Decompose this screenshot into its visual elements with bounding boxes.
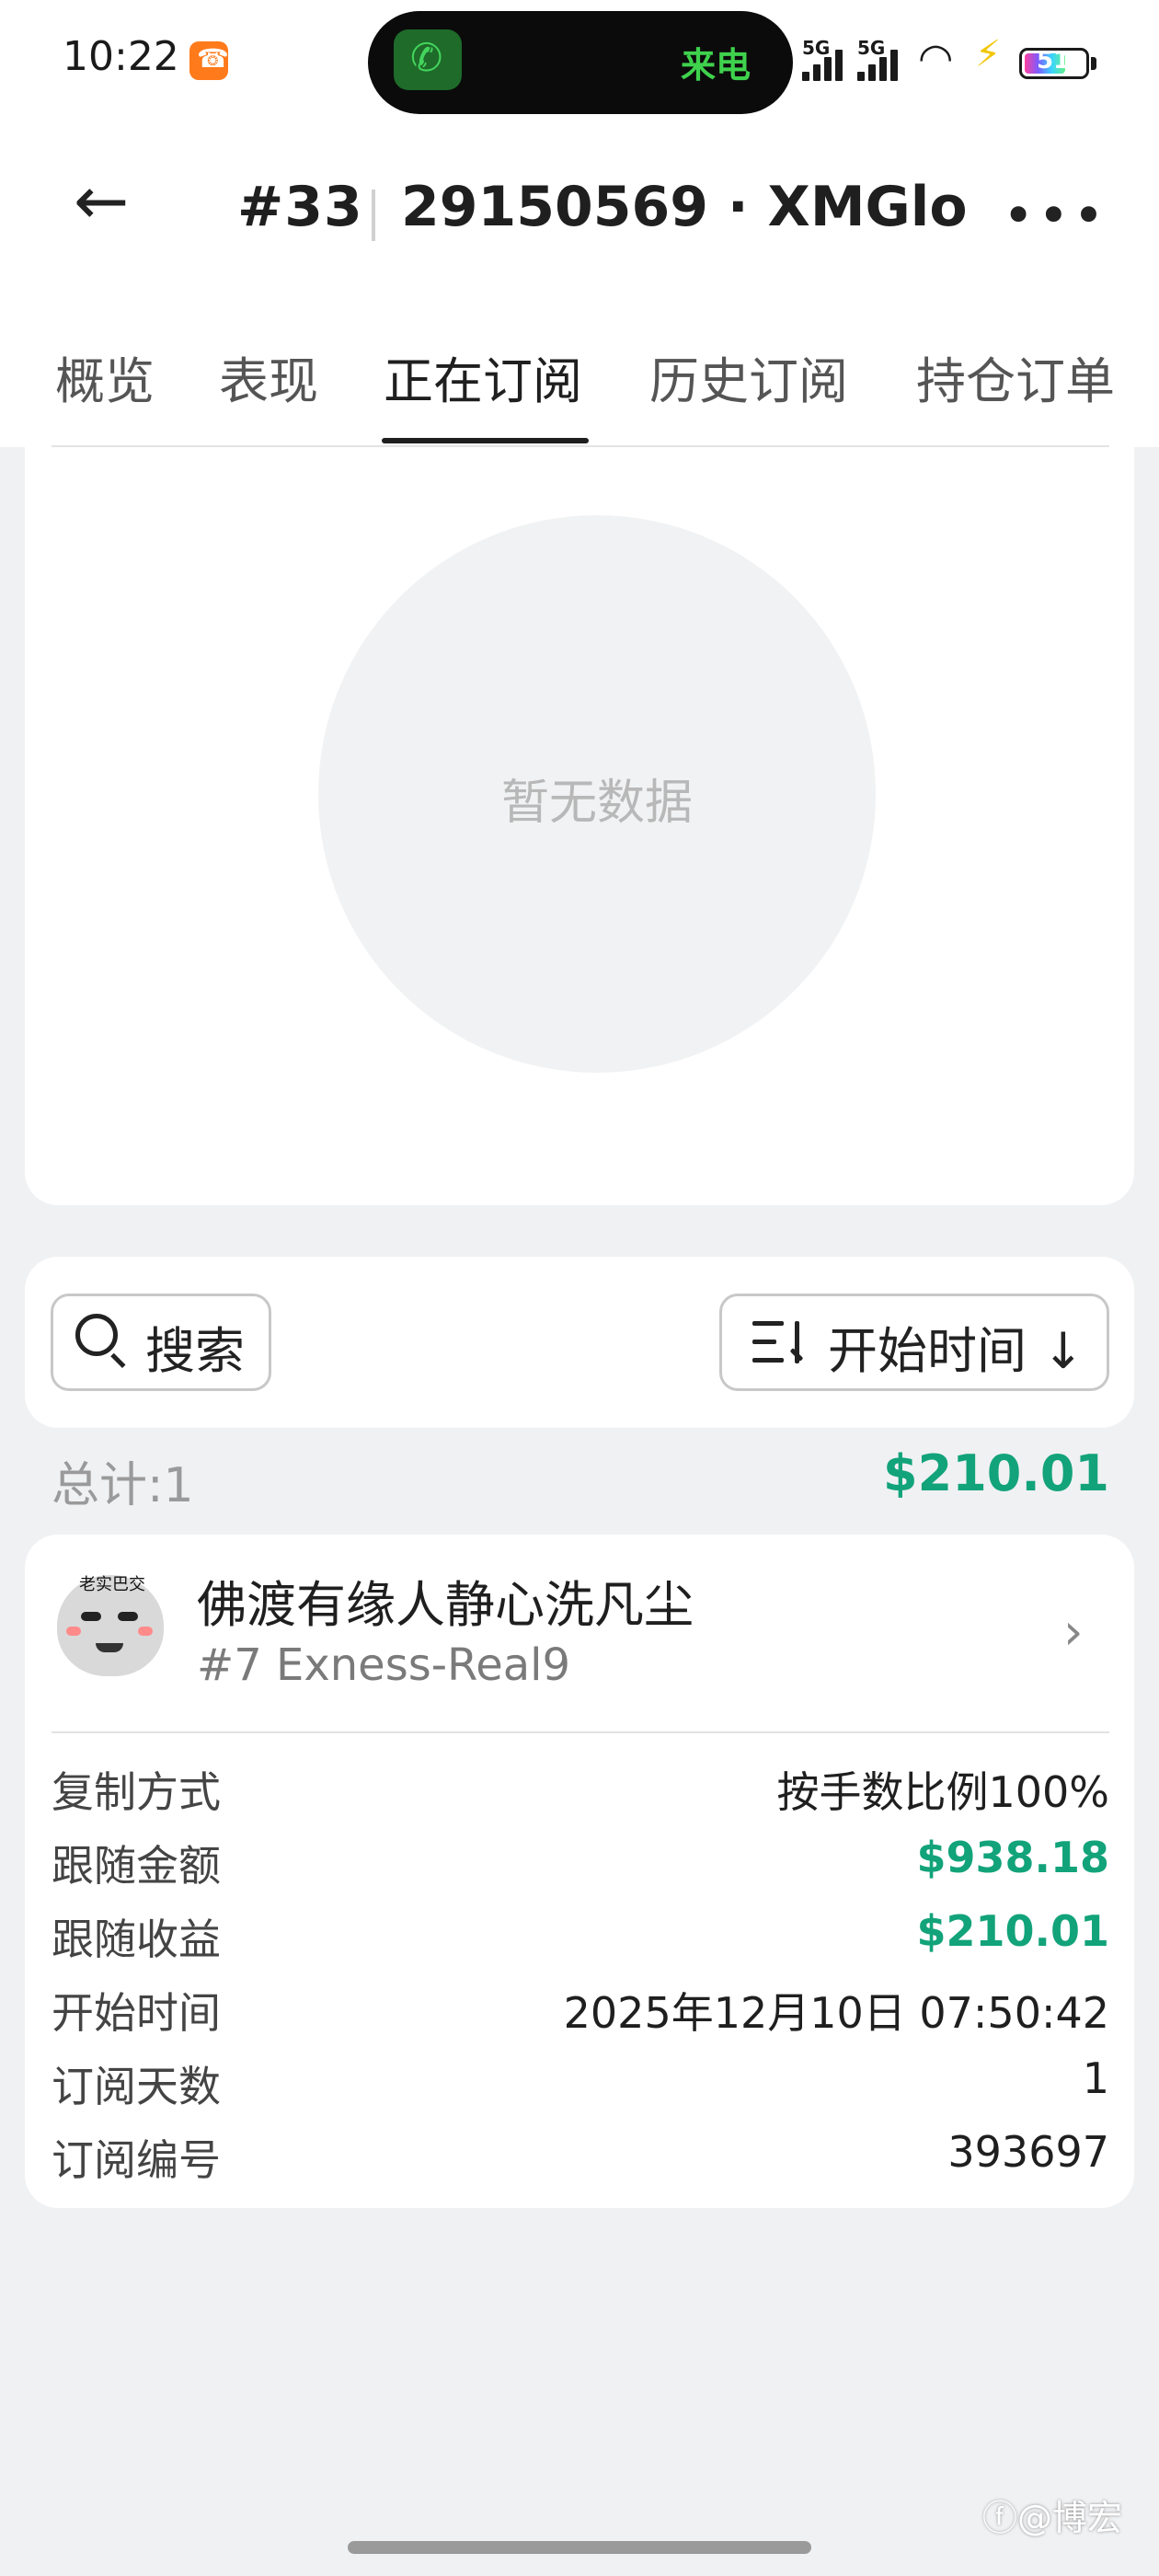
row-value-follow-profit: $210.01 [916,1906,1109,1956]
row-label-start-time: 开始时间 [52,1988,221,2038]
avatar-eye-left [81,1612,101,1621]
tab-open-positions[interactable]: 持仓订单 [916,340,1115,413]
phone-call-icon[interactable]: ✆ [394,29,462,90]
status-time: 10:22 [63,33,179,80]
search-label: 搜索 [145,1322,245,1380]
row-value-subscription-id: 393697 [947,2127,1109,2177]
avatar-caption: 老实巴交 [79,1575,145,1594]
battery-level: 51 [1037,47,1071,75]
signal-bars-icon-1 [802,46,854,81]
sort-icon [752,1321,808,1367]
total-profit: $210.01 [883,1444,1109,1502]
battery-icon: 51 [1019,47,1089,79]
tab-overview[interactable]: 概览 [55,340,155,413]
trader-account: #7 Exness-Real9 [197,1639,571,1691]
row-value-start-time: 2025年12月10日 07:50:42 [563,1988,1109,2038]
phone-app-icon [189,41,229,80]
chevron-right-icon[interactable]: › [1063,1603,1084,1661]
avatar-cheek-right [138,1627,153,1636]
charging-bolt-icon: ⚡ [975,33,1002,75]
row-label-copy-mode: 复制方式 [52,1767,221,1817]
more-options-icon[interactable]: ••• [1003,184,1108,247]
row-label-days: 订阅天数 [52,2062,221,2111]
signal-bars-icon-2 [857,46,909,81]
avatar-cheek-left [66,1627,81,1636]
search-icon [75,1314,118,1356]
active-tab-indicator [382,438,589,443]
page-title-account: 29150569 · XMGlo... [401,175,971,239]
total-count: 总计:1 [52,1458,194,1513]
wifi-icon: ◠ [918,35,954,82]
home-indicator[interactable] [348,2541,811,2554]
row-value-days: 1 [1082,2053,1109,2103]
tab-active-subscriptions[interactable]: 正在订阅 [384,340,582,413]
avatar-eye-right [118,1612,138,1621]
page-title-rank: #33 [237,175,363,239]
row-label-subscription-id: 订阅编号 [52,2135,221,2185]
row-value-copy-mode: 按手数比例100% [776,1767,1109,1817]
sort-label: 开始时间 ↓ [828,1322,1084,1380]
tab-history-subscriptions[interactable]: 历史订阅 [649,340,848,413]
battery-tip [1091,57,1096,70]
incoming-call-label[interactable]: 来电 [681,37,751,87]
back-arrow-icon[interactable]: ← [74,167,129,234]
title-separator [372,190,375,241]
card-divider [52,1731,1109,1733]
no-data-text: 暂无数据 [500,776,693,831]
tab-performance[interactable]: 表现 [219,340,318,413]
row-value-follow-amount: $938.18 [916,1833,1109,1882]
row-label-follow-amount: 跟随金额 [52,1841,221,1891]
trader-name: 佛渡有缘人静心洗凡尘 [197,1576,694,1634]
watermark: ⓕ@博宏 [982,2498,1123,2538]
row-label-follow-profit: 跟随收益 [52,1915,221,1964]
